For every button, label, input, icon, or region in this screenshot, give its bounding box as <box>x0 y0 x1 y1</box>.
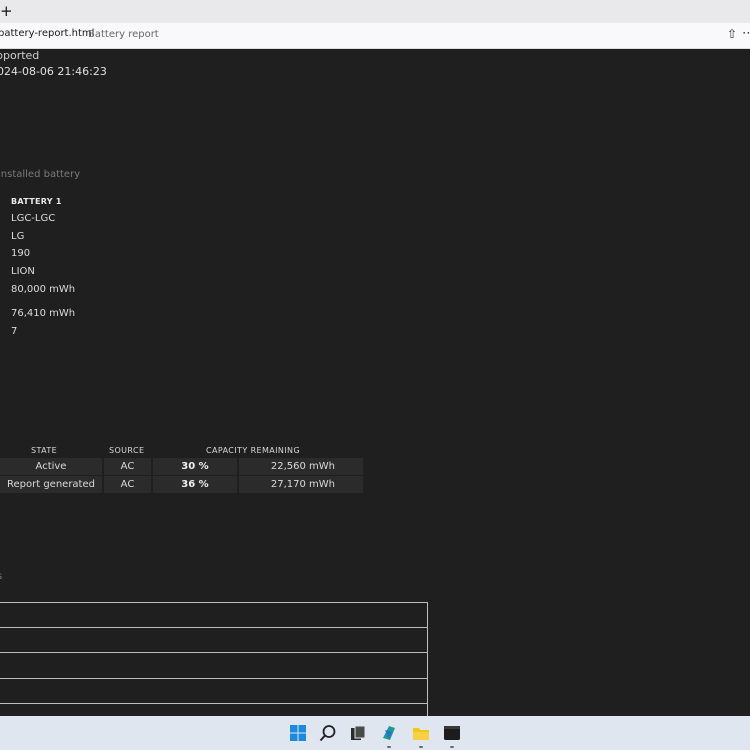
copilot-icon[interactable] <box>380 724 398 742</box>
report-page: pported 024-08-06 21:46:23 installed bat… <box>0 49 750 716</box>
column-header-capacity: CAPACITY REMAINING <box>206 446 301 455</box>
table-row: Active AC 30 % 22,560 mWh <box>0 458 363 475</box>
capacity-mwh-cell: 27,170 mWh <box>239 476 363 493</box>
new-tab-button[interactable]: + <box>0 1 13 21</box>
design-capacity-value: 80,000 mWh <box>11 284 76 295</box>
cycle-count-value: 7 <box>11 326 18 337</box>
table-row: Report generated AC 36 % 27,170 mWh <box>0 476 363 493</box>
terminal-icon[interactable] <box>443 724 461 742</box>
battery-1-label: BATTERY 1 <box>11 197 62 206</box>
taskbar <box>0 716 750 750</box>
full-charge-capacity-value: 76,410 mWh <box>11 308 76 319</box>
source-cell: AC <box>104 476 151 493</box>
battery-serial-value: 190 <box>11 248 31 259</box>
capacity-history-table <box>0 602 428 716</box>
battery-chemistry-value: LION <box>11 266 35 277</box>
source-cell: AC <box>104 458 151 475</box>
open-app-indicator <box>419 746 423 748</box>
table-row-divider <box>0 627 428 628</box>
search-icon[interactable] <box>319 724 337 742</box>
capacity-percent-cell: 36 % <box>153 476 237 493</box>
state-cell: Active <box>0 458 102 475</box>
active-app-indicator <box>387 746 391 748</box>
more-menu-icon[interactable]: ⋯ <box>742 26 750 41</box>
installed-batteries-caption: installed battery <box>0 169 81 180</box>
table-row-divider <box>0 652 428 653</box>
task-view-icon[interactable] <box>349 724 367 742</box>
capacity-mwh-text: 27,170 mWh <box>270 479 335 490</box>
file-explorer-icon[interactable] <box>412 724 430 742</box>
url-text[interactable]: battery-report.html <box>0 28 94 39</box>
address-bar[interactable]: battery-report.html Battery report ⇧ ⋯ <box>0 23 750 49</box>
capacity-percent-cell: 30 % <box>153 458 237 475</box>
browser-tab-strip: + <box>0 0 750 23</box>
report-header-line-1: pported <box>0 49 40 62</box>
column-header-source: SOURCE <box>109 446 145 455</box>
capacity-mwh-cell: 22,560 mWh <box>239 458 363 475</box>
state-cell: Report generated <box>0 476 102 493</box>
share-icon[interactable]: ⇧ <box>727 27 737 41</box>
capacity-history-caption: s <box>0 571 2 582</box>
capacity-mwh-text: 22,560 mWh <box>270 461 335 472</box>
report-time: 024-08-06 21:46:23 <box>0 65 107 78</box>
open-app-indicator <box>450 746 454 748</box>
page-name: Battery report <box>88 29 159 40</box>
windows-start-icon[interactable] <box>289 724 307 742</box>
table-row-divider <box>0 678 428 679</box>
battery-manufacturer-value: LG <box>11 231 25 242</box>
table-row-divider <box>0 602 428 603</box>
table-row-divider <box>0 703 428 704</box>
battery-name-value: LGC-LGC <box>11 213 56 224</box>
column-header-state: STATE <box>31 446 58 455</box>
